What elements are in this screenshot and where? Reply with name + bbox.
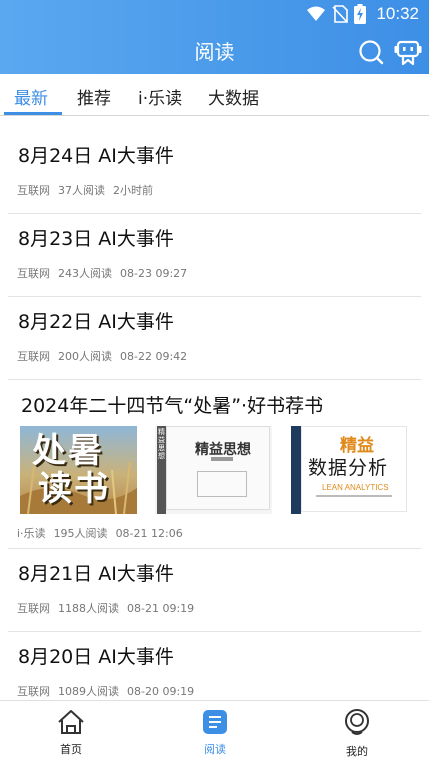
article-time: 08-21 12:06: [115, 527, 183, 540]
book-cover: 精益思想: [166, 426, 270, 510]
poster-headline-top: 处暑: [32, 431, 104, 471]
article-title: 8月22日 AI大事件: [18, 311, 174, 333]
article-item[interactable]: 8月20日 AI大事件 互联网 1089人阅读 08-20 09:19: [0, 632, 429, 700]
article-time: 2小时前: [113, 184, 153, 197]
book-tagline-bar: [316, 495, 392, 497]
status-time: 10:32: [376, 4, 419, 23]
active-tab-indicator: [4, 112, 62, 115]
status-bar: 10:32: [0, 0, 429, 30]
article-meta: i·乐读 195人阅读 08-21 12:06: [17, 525, 191, 541]
book-spine-text: 精益思想: [158, 428, 165, 460]
bottom-nav-reading-label: 阅读: [204, 743, 226, 756]
article-image-book-lean-thinking[interactable]: 精益思想 精益思想: [155, 426, 272, 514]
article-meta: 互联网 200人阅读 08-22 09:42: [17, 348, 195, 364]
book-spine: [291, 426, 301, 514]
tab-i-leread[interactable]: i·乐读: [138, 84, 182, 109]
article-title: 8月21日 AI大事件: [18, 563, 174, 585]
article-source: 互联网: [17, 350, 50, 363]
article-meta: 互联网 1188人阅读 08-21 09:19: [17, 600, 202, 616]
article-source: 互联网: [17, 685, 50, 698]
profile-icon: [345, 709, 369, 735]
article-title: 8月24日 AI大事件: [18, 145, 174, 167]
article-image-book-lean-analytics[interactable]: 精益 数据分析 LEAN ANALYTICS: [291, 426, 408, 514]
article-source: 互联网: [17, 184, 50, 197]
poster-headline-bottom: 读书: [38, 469, 110, 509]
book-spine: 精益思想: [157, 426, 166, 514]
article-meta: 互联网 37人阅读 2小时前: [17, 182, 161, 198]
article-reads: 243人阅读: [58, 267, 112, 280]
bottom-nav-profile[interactable]: 我的: [317, 709, 397, 759]
article-time: 08-23 09:27: [120, 267, 188, 280]
tab-recommended[interactable]: 推荐: [77, 84, 111, 109]
article-item[interactable]: 8月22日 AI大事件 互联网 200人阅读 08-22 09:42: [0, 297, 429, 379]
article-item[interactable]: 8月21日 AI大事件 互联网 1188人阅读 08-21 09:19: [0, 549, 429, 631]
article-reads: 1089人阅读: [58, 685, 119, 698]
book-cover: 精益 数据分析 LEAN ANALYTICS: [301, 426, 407, 512]
reading-icon: [203, 710, 227, 734]
article-title: 2024年二十四节气“处暑”·好书荐书: [21, 395, 324, 417]
article-time: 08-21 09:19: [127, 602, 195, 615]
home-icon: [58, 710, 84, 734]
robot-assistant-icon[interactable]: [394, 38, 422, 66]
article-image-poster[interactable]: 处暑 读书: [20, 426, 137, 514]
app-header: 10:32 阅读: [0, 0, 429, 74]
tab-big-data[interactable]: 大数据: [208, 84, 259, 109]
article-title: 8月23日 AI大事件: [18, 228, 174, 250]
article-item[interactable]: 8月23日 AI大事件 互联网 243人阅读 08-23 09:27: [0, 214, 429, 296]
book-subtitle-bar: [211, 457, 233, 461]
article-reads: 195人阅读: [53, 527, 108, 540]
wifi-icon: [307, 6, 326, 21]
article-meta: 互联网 243人阅读 08-23 09:27: [17, 265, 195, 281]
bottom-nav-profile-label: 我的: [346, 745, 368, 758]
book-english-title: LEAN ANALYTICS: [322, 483, 389, 492]
article-item[interactable]: 8月24日 AI大事件 互联网 37人阅读 2小时前: [0, 117, 429, 213]
article-reads: 200人阅读: [58, 350, 112, 363]
article-source: 互联网: [17, 267, 50, 280]
article-source: 互联网: [17, 602, 50, 615]
article-list[interactable]: 8月24日 AI大事件 互联网 37人阅读 2小时前 8月23日 AI大事件 互联网…: [0, 117, 429, 700]
article-item-with-images[interactable]: 2024年二十四节气“处暑”·好书荐书 处暑 读书 精益思想 精益思想 精益 数…: [0, 380, 429, 548]
article-source: i·乐读: [17, 527, 46, 540]
article-time: 08-22 09:42: [120, 350, 188, 363]
category-tabs: 最新 推荐 i·乐读 大数据: [0, 74, 429, 116]
book-cover-box: [197, 471, 247, 497]
bottom-navigation: 首页 阅读 我的: [0, 700, 429, 762]
bottom-nav-home-label: 首页: [60, 743, 82, 756]
tab-latest[interactable]: 最新: [14, 84, 48, 109]
bottom-nav-reading[interactable]: 阅读: [175, 709, 255, 757]
article-reads: 37人阅读: [58, 184, 105, 197]
book-title: 精益思想: [195, 442, 251, 458]
bottom-nav-home[interactable]: 首页: [31, 709, 111, 757]
search-icon[interactable]: [358, 39, 384, 65]
article-reads: 1188人阅读: [58, 602, 119, 615]
book-title-main: 数据分析: [308, 457, 389, 479]
article-time: 08-20 09:19: [127, 685, 195, 698]
article-meta: 互联网 1089人阅读 08-20 09:19: [17, 683, 202, 699]
article-title: 8月20日 AI大事件: [18, 646, 174, 668]
battery-charging-icon: [354, 4, 367, 24]
no-sim-icon: [332, 5, 349, 23]
